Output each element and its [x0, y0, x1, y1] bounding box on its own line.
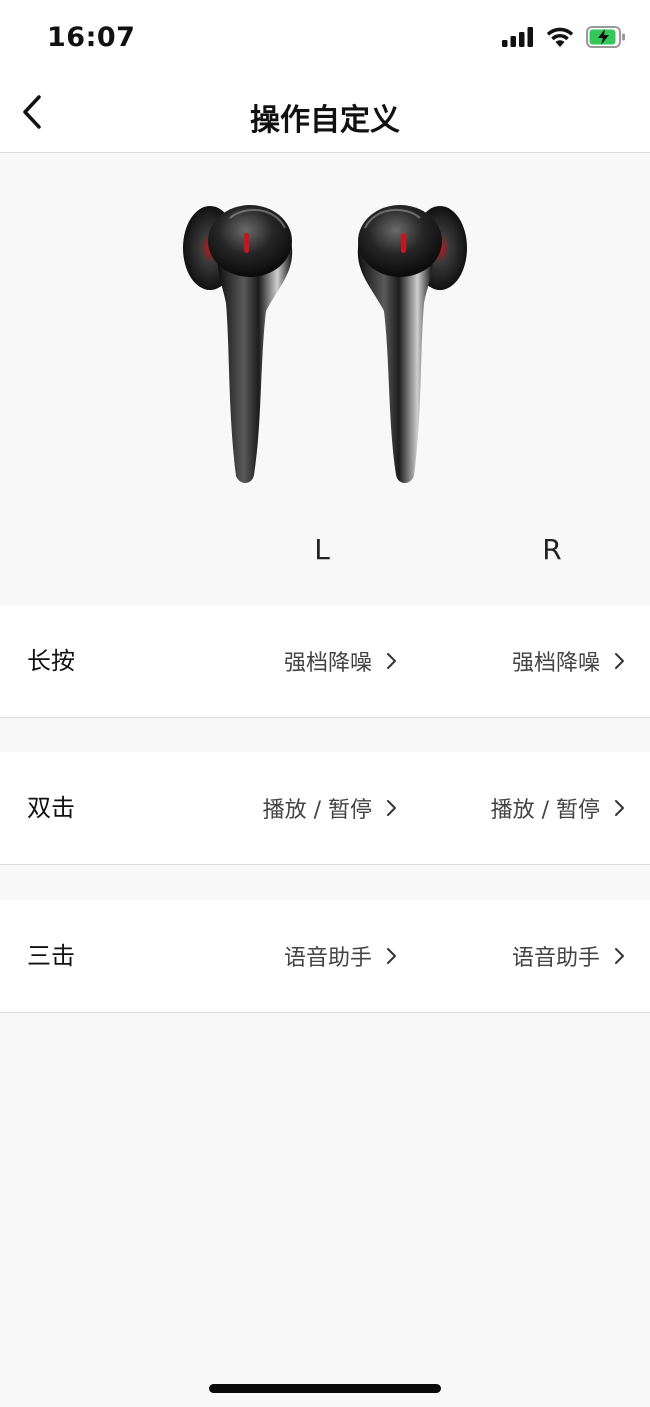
- right-action-value: 语音助手: [511, 946, 600, 971]
- page-title: 操作自定义: [250, 103, 400, 138]
- nav-bar: 操作自定义: [0, 78, 650, 153]
- right-action-selector[interactable]: 播放 / 暂停: [406, 752, 626, 864]
- signal-icon: [502, 27, 534, 51]
- chevron-right-icon: [386, 798, 398, 818]
- wifi-icon: [546, 27, 574, 51]
- row-label: 三击: [27, 942, 75, 970]
- right-action-selector[interactable]: 强档降噪: [406, 605, 626, 717]
- chevron-right-icon: [614, 946, 626, 966]
- earbuds-image: [183, 205, 467, 484]
- home-indicator[interactable]: [209, 1384, 441, 1393]
- row-label: 长按: [27, 647, 75, 675]
- right-earbud: [357, 205, 467, 484]
- battery-charging-icon: [586, 26, 626, 52]
- chevron-right-icon: [386, 946, 398, 966]
- left-action-value: 播放 / 暂停: [262, 798, 372, 823]
- status-bar: 16:07: [0, 0, 650, 78]
- chevron-right-icon: [614, 651, 626, 671]
- right-action-value: 播放 / 暂停: [490, 798, 600, 823]
- left-action-selector[interactable]: 强档降噪: [178, 605, 398, 717]
- row-double-tap: 双击 播放 / 暂停 播放 / 暂停: [0, 752, 650, 865]
- earbuds-hero: L R: [0, 153, 650, 605]
- row-triple-tap: 三击 语音助手 语音助手: [0, 900, 650, 1013]
- left-action-selector[interactable]: 播放 / 暂停: [178, 752, 398, 864]
- row-label: 双击: [27, 794, 75, 822]
- chevron-right-icon: [386, 651, 398, 671]
- right-side-label: R: [542, 533, 562, 566]
- right-action-value: 强档降噪: [511, 651, 600, 676]
- left-action-value: 强档降噪: [283, 651, 372, 676]
- status-icons: [502, 26, 626, 52]
- chevron-right-icon: [614, 798, 626, 818]
- left-side-label: L: [314, 533, 330, 566]
- left-action-value: 语音助手: [283, 946, 372, 971]
- left-action-selector[interactable]: 语音助手: [178, 900, 398, 1012]
- right-action-selector[interactable]: 语音助手: [406, 900, 626, 1012]
- left-earbud: [183, 205, 293, 484]
- row-long-press: 长按 强档降噪 强档降噪: [0, 605, 650, 718]
- status-time: 16:07: [47, 22, 136, 53]
